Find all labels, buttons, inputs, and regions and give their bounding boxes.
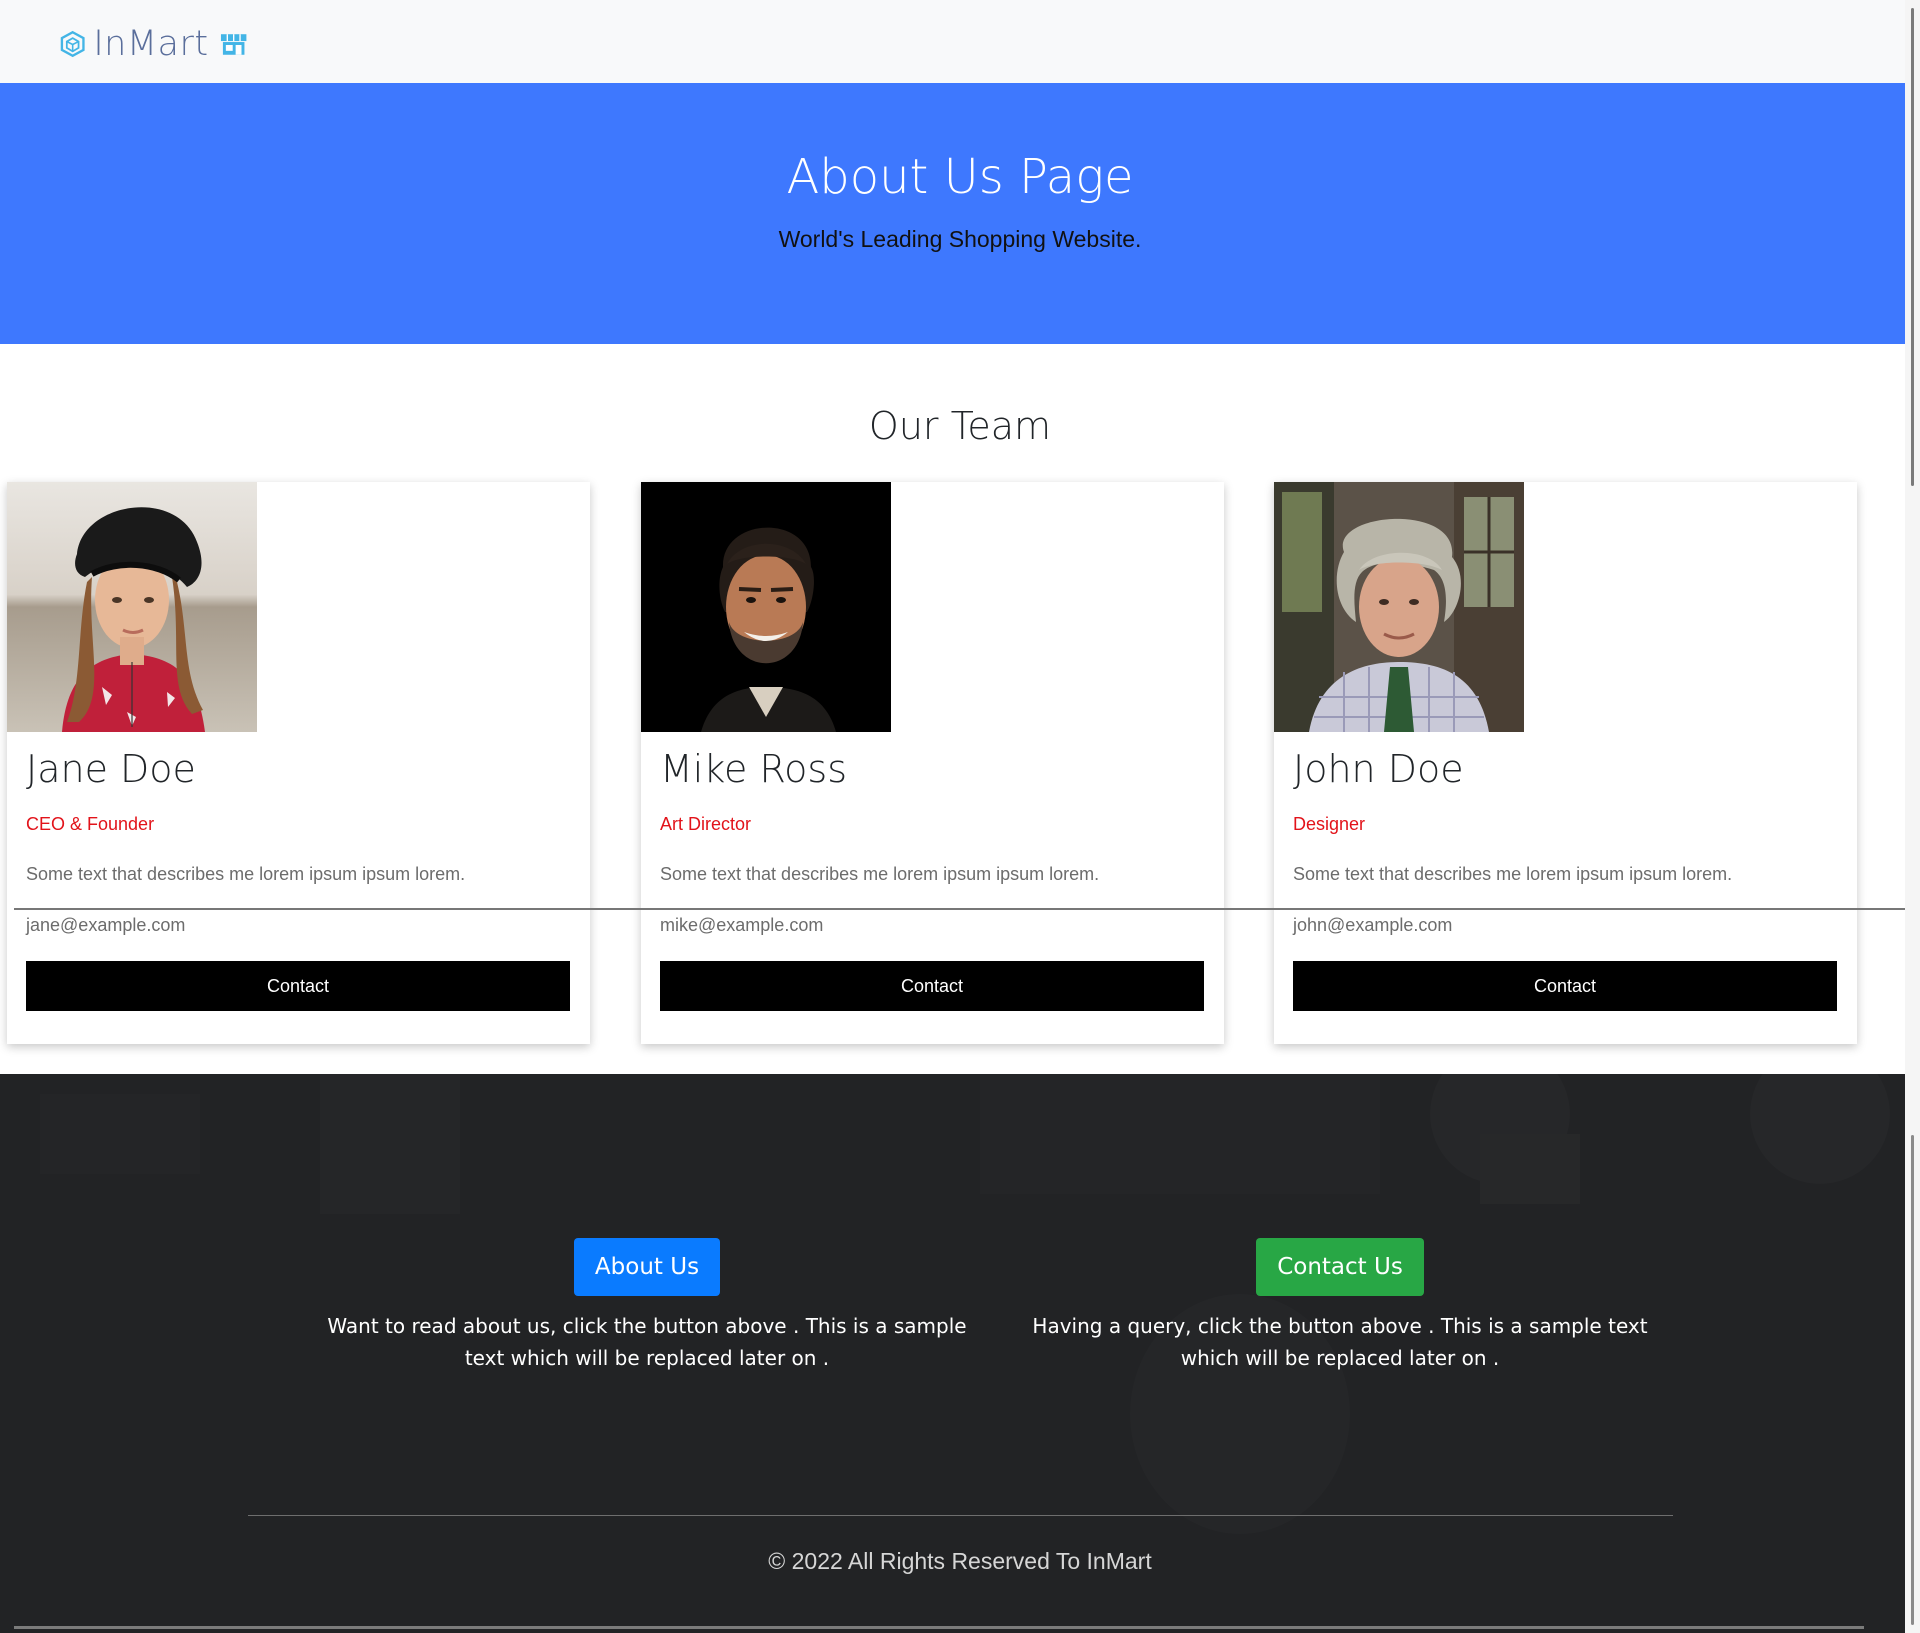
member-role: Art Director — [660, 814, 752, 834]
member-description: Some text that describes me lorem ipsum … — [660, 864, 1100, 884]
scrollbar-thumb[interactable] — [1911, 8, 1914, 486]
about-us-text: Want to read about us, click the button … — [327, 1314, 967, 1370]
portrait-jane — [7, 482, 257, 732]
member-email: mike@example.com — [660, 915, 824, 935]
footer-contact-section: Contact Us Having a query, click the but… — [1010, 1238, 1670, 1374]
footer-divider — [248, 1515, 1673, 1516]
contact-us-button[interactable]: Contact Us — [1256, 1238, 1424, 1296]
member-email: jane@example.com — [26, 915, 186, 935]
contact-us-text: Having a query, click the button above .… — [1032, 1314, 1648, 1370]
member-description: Some text that describes me lorem ipsum … — [26, 864, 466, 884]
hero-banner: About Us Page World's Leading Shopping W… — [0, 83, 1920, 344]
contact-button[interactable]: Contact — [26, 961, 570, 1011]
team-heading: Our Team — [868, 404, 1052, 448]
divider-line — [14, 908, 1920, 910]
page-subtitle: World's Leading Shopping Website. — [778, 226, 1142, 252]
copyright-text: © 2022 All Rights Reserved To InMart — [768, 1548, 1152, 1574]
contact-button[interactable]: Contact — [1293, 961, 1837, 1011]
navbar: InMart — [0, 0, 1920, 83]
member-name: John Doe — [1293, 747, 1464, 791]
store-icon — [220, 34, 247, 55]
scrollbar-track-mark — [1911, 1135, 1914, 1625]
member-email: john@example.com — [1293, 915, 1453, 935]
contact-button[interactable]: Contact — [660, 961, 1204, 1011]
brand-logo[interactable]: InMart — [58, 16, 248, 72]
portrait-john — [1274, 482, 1524, 732]
about-us-button[interactable]: About Us — [573, 1238, 721, 1296]
portrait-mike — [641, 482, 891, 732]
footer: About Us Want to read about us, click th… — [0, 1074, 1920, 1633]
member-photo — [7, 482, 257, 732]
member-description: Some text that describes me lorem ipsum … — [1293, 864, 1733, 884]
member-photo — [641, 482, 891, 732]
member-role: CEO & Founder — [26, 814, 155, 834]
page-title: About Us Page — [786, 149, 1134, 205]
team-card-mike: Mike Ross Art Director Some text that de… — [641, 482, 1224, 1044]
member-name: Mike Ross — [660, 747, 847, 791]
team-card-john: John Doe Designer Some text that describ… — [1274, 482, 1857, 1044]
footer-bottom-line — [14, 1626, 1864, 1629]
member-photo — [1274, 482, 1524, 732]
brand-name: InMart — [93, 23, 209, 64]
footer-about-section: About Us Want to read about us, click th… — [307, 1238, 987, 1374]
member-name: Jane Doe — [26, 747, 196, 791]
team-card-jane: Jane Doe CEO & Founder Some text that de… — [7, 482, 590, 1044]
cube-icon — [60, 30, 85, 58]
scrollbar[interactable] — [1905, 0, 1920, 1633]
member-role: Designer — [1293, 814, 1366, 834]
